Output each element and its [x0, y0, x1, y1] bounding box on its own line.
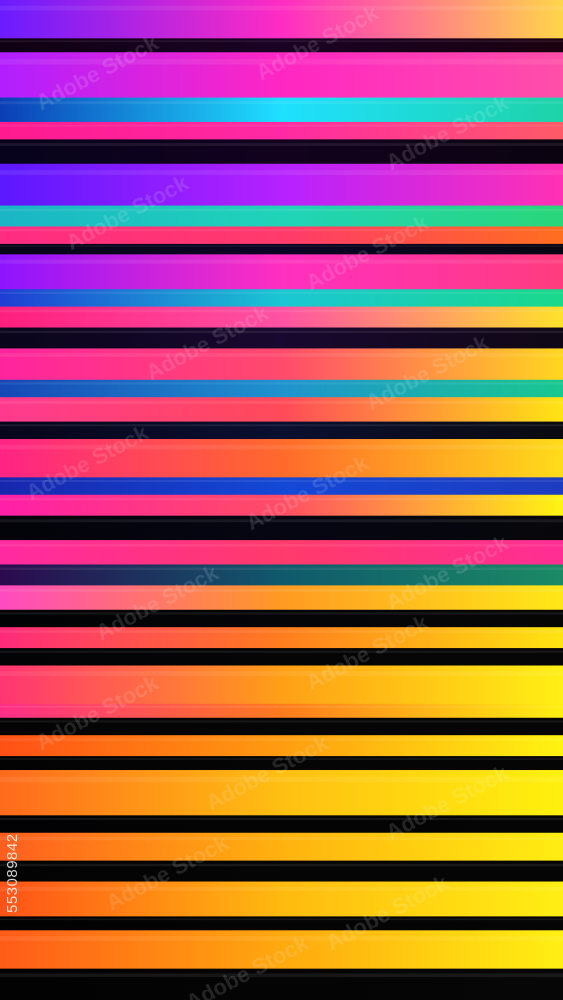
stripe-highlight: [0, 863, 563, 867]
stripe-highlight: [0, 101, 563, 105]
stripe-highlight: [0, 259, 563, 264]
stripe-highlight: [0, 543, 563, 547]
stripe-highlight: [0, 738, 563, 741]
stripe-highlight: [0, 353, 563, 357]
stripe-highlight: [0, 758, 563, 760]
stripe-highlight: [0, 124, 563, 127]
stripe-highlight: [0, 519, 563, 523]
stripe-highlight: [0, 208, 563, 212]
stripe-highlight: [0, 836, 563, 841]
stripe-highlight: [0, 630, 563, 633]
stripe-highlight: [0, 330, 563, 334]
stripe-highlight: [0, 40, 563, 43]
stripe-highlight: [0, 5, 563, 11]
stripe-highlight: [0, 589, 563, 592]
stock-id-label: 553089842: [4, 833, 21, 913]
stripe-highlight: [0, 170, 563, 176]
stripe-highlight: [0, 973, 563, 978]
stripe-highlight: [0, 776, 563, 783]
stripe-highlight: [0, 650, 563, 653]
stripe-highlight: [0, 886, 563, 891]
stripe-highlight: [0, 229, 563, 232]
stripe-highlight: [0, 400, 563, 404]
abstract-stripes-artwork: [0, 0, 563, 1000]
stripe-highlight: [0, 382, 563, 385]
stripe-highlight: [0, 245, 563, 247]
stripe-highlight: [0, 309, 563, 313]
stripe-highlight: [0, 705, 563, 708]
stripe-highlight: [0, 444, 563, 450]
stripe-highlight: [0, 936, 563, 941]
stripe-highlight: [0, 918, 563, 921]
stripe-highlight: [0, 291, 563, 294]
stripe-highlight: [0, 497, 563, 501]
stripe-pattern: [0, 0, 563, 1000]
stripe-highlight: [0, 59, 563, 65]
stripe-highlight: [0, 720, 563, 723]
stripe-highlight: [0, 612, 563, 615]
stripe-highlight: [0, 567, 563, 571]
stripe-highlight: [0, 143, 563, 146]
stripe-highlight: [0, 479, 563, 483]
stripe-highlight: [0, 424, 563, 427]
stripe-highlight: [0, 671, 563, 676]
stripe-highlight: [0, 817, 563, 821]
